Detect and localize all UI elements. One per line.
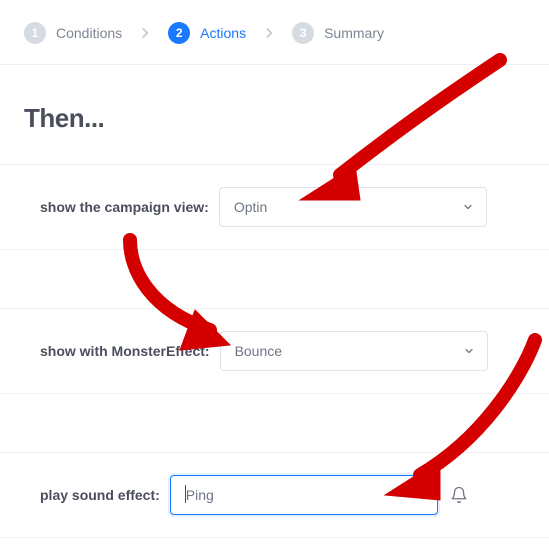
step-number: 3 <box>292 22 314 44</box>
step-number: 1 <box>24 22 46 44</box>
caret-down-icon <box>463 345 475 357</box>
step-conditions[interactable]: 1 Conditions <box>24 22 122 44</box>
bell-icon <box>450 486 468 504</box>
preview-sound-button[interactable] <box>448 484 470 506</box>
caret-down-icon <box>462 201 474 213</box>
text-cursor <box>185 485 186 503</box>
page-title: Then... <box>0 65 549 164</box>
stepper: 1 Conditions 2 Actions 3 Summary <box>0 0 549 65</box>
chevron-right-icon <box>138 26 152 40</box>
step-actions[interactable]: 2 Actions <box>168 22 246 44</box>
step-summary[interactable]: 3 Summary <box>292 22 384 44</box>
field-label: show the campaign view: <box>40 199 209 215</box>
select-value: Bounce <box>235 343 282 359</box>
step-label: Actions <box>200 25 246 41</box>
field-label: play sound effect: <box>40 487 160 503</box>
step-label: Conditions <box>56 25 122 41</box>
step-number: 2 <box>168 22 190 44</box>
row-monster-effect: show with MonsterEffect: Bounce <box>0 308 549 394</box>
sound-effect-select[interactable]: Ping <box>170 475 438 515</box>
row-campaign-view: show the campaign view: Optin <box>0 164 549 250</box>
select-value: Ping <box>186 487 214 503</box>
chevron-right-icon <box>262 26 276 40</box>
select-value: Optin <box>234 199 267 215</box>
step-label: Summary <box>324 25 384 41</box>
campaign-view-select[interactable]: Optin <box>219 187 487 227</box>
monster-effect-select[interactable]: Bounce <box>220 331 488 371</box>
row-sound-effect: play sound effect: Ping <box>0 452 549 538</box>
field-label: show with MonsterEffect: <box>40 343 210 359</box>
caret-down-icon <box>413 489 425 501</box>
